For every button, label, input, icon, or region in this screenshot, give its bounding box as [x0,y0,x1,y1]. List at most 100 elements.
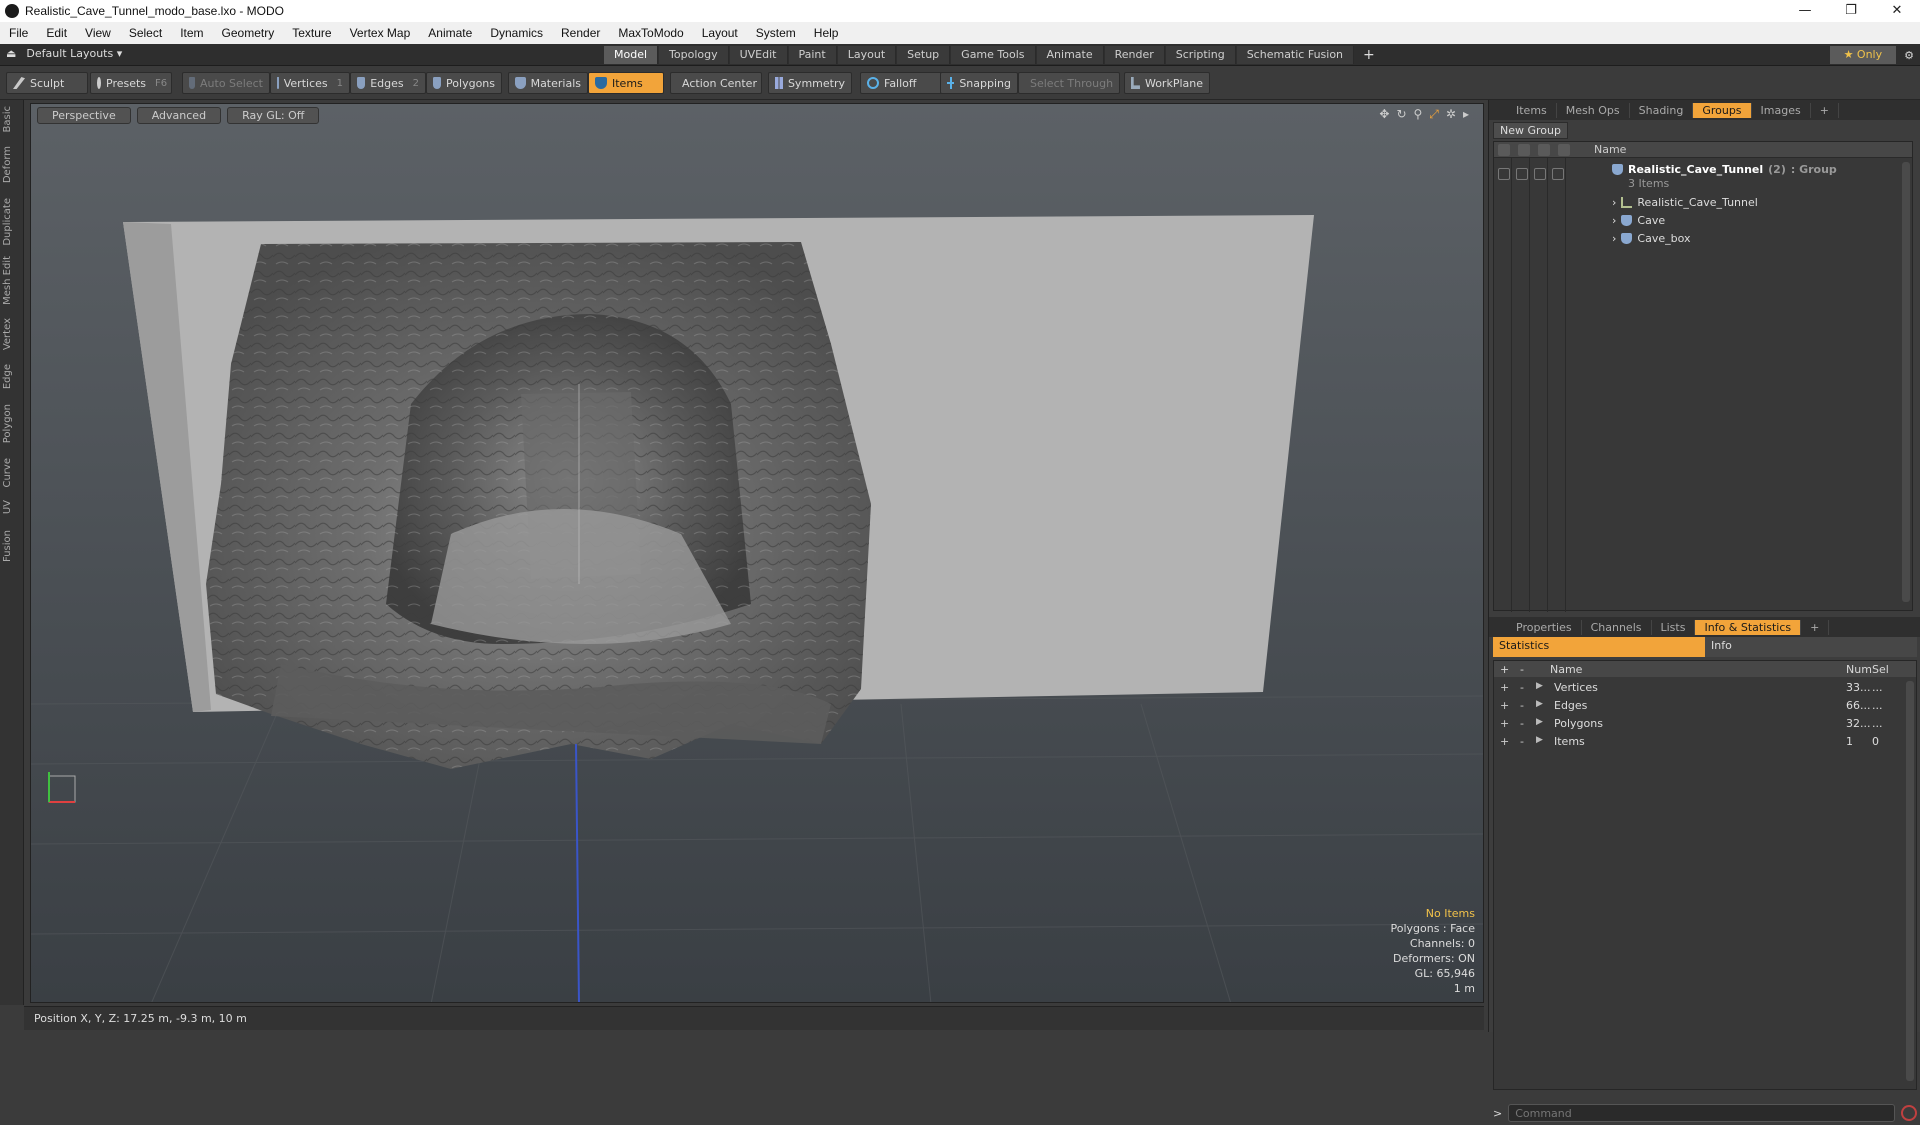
tab-uvedit[interactable]: UVEdit [729,46,788,64]
stats-row-items[interactable]: + - ▶ Items 1 0 [1494,733,1916,751]
stats-row-polygons[interactable]: + - ▶ Polygons 32... ... [1494,715,1916,733]
vertices-button[interactable]: Vertices 1 [270,72,350,94]
auto-select-button[interactable]: Auto Select [182,72,270,94]
tab-properties[interactable]: Properties [1507,619,1582,635]
select-column-icon[interactable] [1558,144,1570,156]
add-panel-tab-icon[interactable]: + [1811,102,1839,118]
advanced-button[interactable]: Advanced [136,107,222,124]
tab-paint[interactable]: Paint [788,46,837,64]
layout-up-icon[interactable]: ⏏ [6,47,16,60]
tab-groups[interactable]: Groups [1693,102,1752,118]
tab-uv[interactable]: UV [2,500,22,514]
menu-help[interactable]: Help [805,26,848,40]
subtab-info[interactable]: Info [1705,637,1917,657]
workplane-button[interactable]: WorkPlane [1124,72,1210,94]
sculpt-button[interactable]: Sculpt [6,72,88,94]
group-child-cave[interactable]: › Cave [1612,211,1665,229]
tab-schematic-fusion[interactable]: Schematic Fusion [1236,46,1355,64]
materials-button[interactable]: Materials [508,72,588,94]
snapping-button[interactable]: Snapping [940,72,1018,94]
tab-animate[interactable]: Animate [1036,46,1104,64]
tab-edge[interactable]: Edge [2,364,22,389]
group-visibility-toggle[interactable] [1498,168,1510,180]
zoom-view-icon[interactable]: ⚲ [1414,107,1423,122]
add-icon[interactable]: + [1500,699,1509,712]
groups-scrollbar[interactable] [1902,162,1910,602]
tab-vertex[interactable]: Vertex [2,318,22,350]
select-through-button[interactable]: Select Through [1018,72,1120,94]
tab-duplicate[interactable]: Duplicate [2,198,22,246]
only-toggle[interactable]: ★ Only [1829,46,1897,64]
subtab-statistics[interactable]: Statistics [1493,637,1705,657]
record-macro-icon[interactable] [1901,1105,1917,1121]
tab-mesh-edit[interactable]: Mesh Edit [2,256,22,305]
menu-texture[interactable]: Texture [283,26,340,40]
presets-button[interactable]: Presets F6 [90,72,172,94]
remove-icon[interactable]: - [1520,699,1524,712]
new-group-button[interactable]: New Group [1493,122,1568,139]
tab-fusion[interactable]: Fusion [2,530,22,562]
polygons-button[interactable]: Polygons [426,72,502,94]
remove-icon[interactable]: - [1520,681,1524,694]
menu-maxtomodo[interactable]: MaxToModo [609,26,692,40]
items-button[interactable]: Items [588,72,664,94]
expand-icon[interactable]: ▶ [1536,717,1543,727]
group-lock-toggle[interactable] [1534,168,1546,180]
tab-items[interactable]: Items [1507,102,1557,118]
tab-mesh-ops[interactable]: Mesh Ops [1557,102,1630,118]
expand-icon[interactable]: ▶ [1536,681,1543,691]
tab-info-statistics[interactable]: Info & Statistics [1695,619,1802,635]
rotate-view-icon[interactable]: ↻ [1396,107,1406,122]
default-layouts-dropdown[interactable]: Default Layouts ▾ [26,47,122,60]
group-select-toggle[interactable] [1552,168,1564,180]
add-icon[interactable]: + [1500,681,1509,694]
viewport-settings-icon[interactable]: ✲ [1446,107,1456,122]
tab-curve[interactable]: Curve [2,458,22,488]
viewport-menu-icon[interactable]: ▸ [1463,107,1469,122]
menu-render[interactable]: Render [552,26,609,40]
tab-scripting[interactable]: Scripting [1165,46,1236,64]
minimize-button[interactable]: — [1782,0,1828,22]
tab-topology[interactable]: Topology [659,46,729,64]
tab-shading[interactable]: Shading [1630,102,1694,118]
edges-button[interactable]: Edges 2 [350,72,426,94]
symmetry-button[interactable]: Symmetry [768,72,852,94]
menu-dynamics[interactable]: Dynamics [481,26,552,40]
render-column-icon[interactable] [1518,144,1530,156]
expand-icon[interactable]: ▶ [1536,699,1543,709]
raygl-button[interactable]: Ray GL: Off [227,107,320,124]
menu-select[interactable]: Select [120,26,171,40]
menu-vertex-map[interactable]: Vertex Map [341,26,420,40]
gear-icon[interactable]: ⚙ [1904,49,1914,62]
command-input[interactable] [1508,1104,1895,1122]
tab-model[interactable]: Model [604,46,659,64]
add-icon[interactable]: + [1500,735,1509,748]
stats-scrollbar[interactable] [1906,681,1914,1081]
falloff-button[interactable]: Falloff [860,72,944,94]
group-child-realistic-cave-tunnel[interactable]: › Realistic_Cave_Tunnel [1612,193,1758,211]
menu-animate[interactable]: Animate [419,26,481,40]
add-tab-icon[interactable]: + [1355,46,1383,64]
menu-edit[interactable]: Edit [37,26,76,40]
menu-layout[interactable]: Layout [693,26,747,40]
group-child-cave-box[interactable]: › Cave_box [1612,229,1691,247]
maximize-button[interactable]: ❐ [1828,0,1874,22]
perspective-button[interactable]: Perspective [37,107,131,124]
close-button[interactable]: ✕ [1874,0,1920,22]
menu-file[interactable]: File [0,26,37,40]
stats-row-vertices[interactable]: + - ▶ Vertices 33... ... [1494,679,1916,697]
expand-icon[interactable]: ▶ [1536,735,1543,745]
group-render-toggle[interactable] [1516,168,1528,180]
remove-icon[interactable]: - [1520,735,1524,748]
menu-geometry[interactable]: Geometry [213,26,284,40]
stats-row-edges[interactable]: + - ▶ Edges 66... ... [1494,697,1916,715]
add-icon[interactable]: + [1500,717,1509,730]
tab-deform[interactable]: Deform [2,146,22,183]
tab-basic[interactable]: Basic [2,106,22,132]
tab-game-tools[interactable]: Game Tools [951,46,1036,64]
menu-system[interactable]: System [747,26,805,40]
remove-icon[interactable]: - [1520,717,1524,730]
visibility-column-icon[interactable] [1498,144,1510,156]
lock-column-icon[interactable] [1538,144,1550,156]
tab-lists[interactable]: Lists [1652,619,1696,635]
